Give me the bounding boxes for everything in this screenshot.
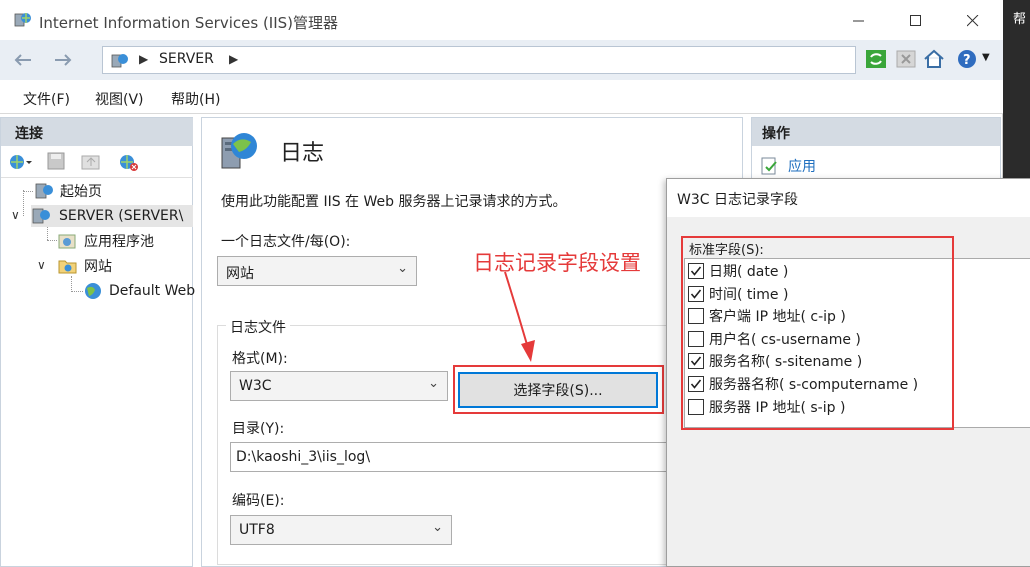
encoding-label: 编码(E): <box>232 493 285 509</box>
page-title: 日志 <box>280 141 325 166</box>
sites-folder-icon <box>58 260 77 274</box>
tree-item-start-page[interactable]: 起始页 <box>34 180 102 202</box>
select-fields-button[interactable]: 选择字段(S)... <box>458 372 658 408</box>
log-file-group-label: 日志文件 <box>226 317 290 337</box>
help-icon[interactable]: ? <box>956 47 980 71</box>
directory-label: 目录(Y): <box>232 421 285 437</box>
disconnect-icon[interactable] <box>118 152 140 172</box>
logging-feature-icon <box>221 133 257 169</box>
address-field[interactable]: ▶ SERVER ▶ <box>102 46 856 74</box>
help-dropdown-icon[interactable]: ▼ <box>982 52 990 63</box>
encoding-select[interactable]: UTF8 ⌄ <box>230 515 452 545</box>
apply-link[interactable]: 应用 <box>788 156 816 176</box>
refresh-icon[interactable] <box>864 47 888 71</box>
tree-item-label: 应用程序池 <box>84 234 154 250</box>
tree-item-server[interactable]: SERVER (SERVER\ <box>31 205 193 227</box>
tree-item-sites[interactable]: 网站 <box>58 255 112 277</box>
format-select[interactable]: W3C ⌄ <box>230 371 448 401</box>
tree-line <box>47 240 57 241</box>
server-icon <box>32 208 50 224</box>
chevron-down-icon: ⌄ <box>428 376 439 391</box>
feature-pane: 日志 使用此功能配置 IIS 在 Web 服务器上记录请求的方式。 一个日志文件… <box>201 117 743 567</box>
actions-header: 操作 <box>752 118 1000 146</box>
chevron-down-icon: ⌄ <box>397 261 408 276</box>
back-button[interactable] <box>10 48 36 72</box>
address-bar: ▶ SERVER ▶ ? ▼ <box>0 40 1003 80</box>
close-icon <box>967 15 979 27</box>
feature-description: 使用此功能配置 IIS 在 Web 服务器上记录请求的方式。 <box>221 194 567 210</box>
tree-line <box>47 226 48 240</box>
menu-view[interactable]: 视图(V) <box>95 89 144 109</box>
back-arrow-icon <box>14 54 31 66</box>
format-label: 格式(M): <box>232 351 288 367</box>
home-icon[interactable] <box>922 47 946 71</box>
minimize-button[interactable] <box>836 6 882 36</box>
menu-bar: 文件(F) 视图(V) 帮助(H) <box>0 80 1003 114</box>
connections-header: 连接 <box>1 118 193 146</box>
start-page-icon <box>35 183 53 199</box>
connect-icon[interactable] <box>9 152 33 172</box>
maximize-icon <box>910 15 921 26</box>
svg-text:?: ? <box>963 53 971 68</box>
server-icon <box>111 54 128 68</box>
fields-highlight <box>681 236 954 430</box>
tree-item-label: Default Web <box>109 283 196 299</box>
one-log-select[interactable]: 网站 ⌄ <box>217 256 417 286</box>
menu-help[interactable]: 帮助(H) <box>171 89 220 109</box>
tree-line <box>71 276 72 292</box>
tree-expand-icon[interactable]: ∨ <box>37 258 46 272</box>
tree-line <box>71 291 83 292</box>
connections-pane: 连接 起始页 ∨ SERVER (SERVER\ 应用程序池 ∨ 网站 Defa… <box>0 117 195 567</box>
tree-item-label: 网站 <box>84 259 112 275</box>
chevron-down-icon: ⌄ <box>432 520 443 535</box>
iis-app-icon <box>14 13 31 27</box>
maximize-button[interactable] <box>893 6 939 36</box>
window-title: Internet Information Services (IIS)管理器 <box>39 14 339 32</box>
stop-icon[interactable] <box>894 47 918 71</box>
title-bar: Internet Information Services (IIS)管理器 <box>0 0 1003 40</box>
tree-item-app-pools[interactable]: 应用程序池 <box>58 230 154 252</box>
encoding-value: UTF8 <box>239 522 275 538</box>
app-pool-icon <box>58 234 76 249</box>
tree-line <box>23 190 24 216</box>
one-log-value: 网站 <box>226 266 254 282</box>
dialog-title: W3C 日志记录字段 <box>667 179 1030 217</box>
directory-input[interactable]: D:\kaoshi_3\iis_log\ <box>230 442 670 472</box>
save-icon[interactable] <box>47 152 65 170</box>
close-button[interactable] <box>950 6 996 36</box>
connections-toolbar <box>1 146 193 178</box>
background-window-text: 帮 <box>1013 12 1027 27</box>
forward-button[interactable] <box>50 48 76 72</box>
tree-item-label: 起始页 <box>60 184 102 200</box>
apply-icon <box>761 157 777 175</box>
one-log-label: 一个日志文件/每(O): <box>221 234 351 250</box>
up-level-icon[interactable] <box>81 152 101 170</box>
tree-expand-icon[interactable]: ∨ <box>11 208 20 222</box>
format-value: W3C <box>239 378 272 394</box>
tree-item-default-site[interactable]: Default Web <box>83 280 195 302</box>
tree-line <box>23 191 33 192</box>
chevron-right-icon: ▶ <box>139 52 149 66</box>
breadcrumb-server[interactable]: SERVER <box>159 51 214 67</box>
w3c-fields-dialog: W3C 日志记录字段 标准字段(S): 日期( date ) 时间( time )… <box>666 178 1030 567</box>
minimize-icon <box>853 20 864 22</box>
chevron-right-icon: ▶ <box>229 52 239 66</box>
globe-icon <box>85 283 101 299</box>
tree-item-label: SERVER (SERVER\ <box>59 208 184 224</box>
forward-arrow-icon <box>55 54 72 66</box>
annotation-arrow-icon <box>504 271 535 362</box>
menu-file[interactable]: 文件(F) <box>23 89 70 109</box>
